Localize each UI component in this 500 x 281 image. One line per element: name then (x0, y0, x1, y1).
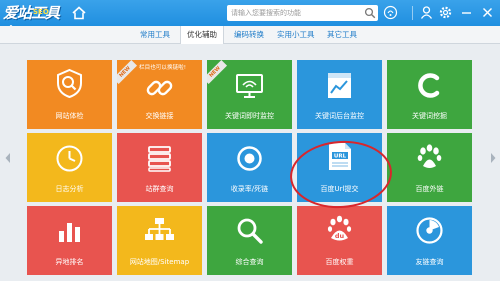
tile-label: 关键词即时监控 (225, 112, 274, 120)
tile-label: 站群查询 (145, 185, 174, 193)
tile-friend-link-query[interactable]: 友链查询 (387, 206, 472, 275)
tile-sitemap[interactable]: 网站地图/Sitemap (117, 206, 202, 275)
tile-site-group-query[interactable]: 站群查询 (117, 133, 202, 202)
magnifier-icon (237, 218, 263, 244)
tile-exchange-links[interactable]: NEW 栏目也可以换链啦! 交换链接 (117, 60, 202, 129)
tile-label: 友链查询 (415, 258, 444, 266)
tab-bar: 常用工具 优化辅助 编码转换 实用小工具 其它工具 (0, 26, 500, 44)
clock-icon (56, 145, 83, 172)
home-icon[interactable] (71, 5, 87, 21)
tile-site-check[interactable]: 网站体检 (27, 60, 112, 129)
target-icon (237, 146, 262, 171)
sitemap-icon (145, 218, 174, 240)
tab-common-tools[interactable]: 常用工具 (134, 26, 176, 43)
tab-utilities[interactable]: 实用小工具 (271, 26, 321, 43)
next-page-icon[interactable] (489, 152, 497, 164)
tile-label: 综合查询 (235, 258, 264, 266)
search-icon[interactable] (364, 7, 376, 19)
list-icon (148, 146, 171, 172)
url-doc-icon: URL (329, 143, 351, 170)
settings-icon[interactable] (438, 5, 453, 20)
gauge-icon (416, 217, 443, 244)
c-letter-icon (418, 73, 440, 98)
tile-baidu-weight[interactable]: du 百度权重 (297, 206, 382, 275)
tile-label: 日志分析 (55, 185, 84, 193)
monitor-icon (236, 74, 263, 98)
link-chain-icon (146, 80, 173, 96)
health-check-icon (57, 68, 82, 99)
paw-icon (417, 144, 442, 168)
logo-badge: SEO (33, 8, 49, 16)
tile-index-rate-dead-links[interactable]: 收录率/死链 (207, 133, 292, 202)
tile-label: 网站体检 (55, 112, 84, 120)
tile-label: 关键词挖掘 (412, 112, 447, 120)
tile-label: 异地排名 (55, 258, 84, 266)
tile-label: 交换链接 (145, 112, 174, 120)
search-input[interactable] (227, 5, 359, 21)
tile-remote-ranking[interactable]: 异地排名 (27, 206, 112, 275)
tile-comprehensive-query[interactable]: 综合查询 (207, 206, 292, 275)
prev-page-icon[interactable] (4, 152, 12, 164)
chart-doc-icon (328, 73, 351, 98)
user-icon[interactable] (419, 5, 434, 20)
close-icon[interactable] (480, 5, 495, 20)
titlebar-divider (412, 6, 413, 20)
tile-label: 网站地图/Sitemap (129, 258, 190, 266)
tab-other-tools[interactable]: 其它工具 (321, 26, 363, 43)
tab-encoding[interactable]: 编码转换 (228, 26, 270, 43)
tab-seo-assist[interactable]: 优化辅助 (180, 26, 224, 44)
tile-keyword-realtime-monitor[interactable]: NEW 关键词即时监控 (207, 60, 292, 129)
tile-label: 收录率/死链 (230, 185, 269, 193)
bar-chart-icon (59, 223, 80, 242)
promo-text: 栏目也可以换链啦! (139, 65, 186, 71)
title-bar: 爱站工具包 SEO (0, 0, 500, 42)
svg-text:URL: URL (334, 154, 347, 160)
tile-label: 百度外链 (415, 185, 444, 193)
search-box (227, 5, 378, 21)
tile-keyword-background-monitor[interactable]: 关键词后台监控 (297, 60, 382, 129)
notification-icon[interactable] (383, 5, 398, 20)
new-badge: NEW (207, 60, 228, 85)
tile-label: 关键词后台监控 (315, 112, 364, 120)
du-paw-icon: du (327, 215, 352, 241)
tile-baidu-url-submit[interactable]: URL 百度Url提交 (297, 133, 382, 202)
tile-label: 百度Url提交 (320, 185, 359, 193)
tile-label: 百度权重 (325, 258, 354, 266)
minimize-icon[interactable] (459, 5, 474, 20)
svg-text:du: du (335, 232, 345, 240)
tile-baidu-backlinks[interactable]: 百度外链 (387, 133, 472, 202)
new-badge: NEW (117, 60, 138, 85)
app-logo: 爱站工具包 SEO (3, 3, 67, 42)
tile-keyword-mining[interactable]: 关键词挖掘 (387, 60, 472, 129)
tile-log-analysis[interactable]: 日志分析 (27, 133, 112, 202)
